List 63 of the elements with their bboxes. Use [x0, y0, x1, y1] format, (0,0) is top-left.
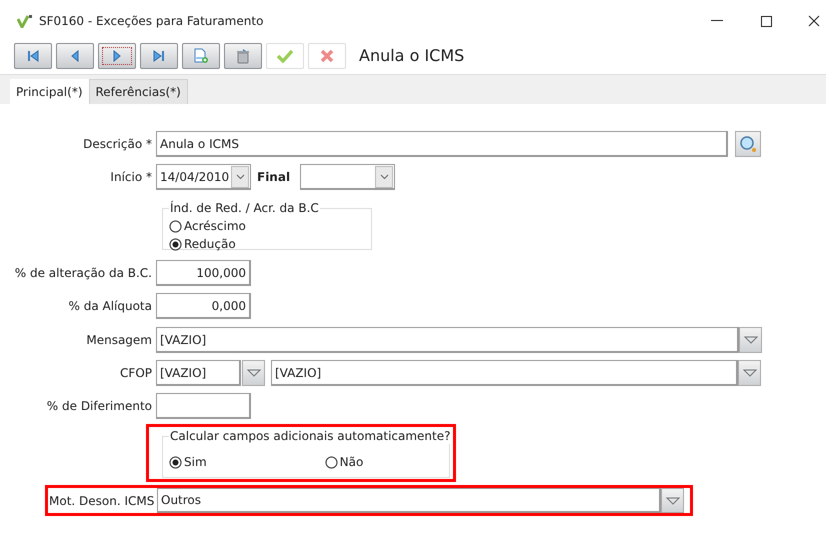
- right-triangle-icon: [112, 49, 122, 63]
- dropdown-arrow-icon: [666, 496, 680, 504]
- close-icon[interactable]: [808, 15, 820, 27]
- radio-label: Acréscimo: [184, 218, 246, 235]
- check-icon: [276, 49, 294, 63]
- field-label: Mot. Deson. ICMS: [49, 492, 156, 510]
- search-button[interactable]: [735, 131, 761, 157]
- input-field[interactable]: [156, 393, 251, 419]
- dropdown-arrow-icon: [744, 336, 758, 344]
- tab[interactable]: Principal(*): [10, 79, 88, 104]
- input-field[interactable]: [VAZIO]: [156, 360, 241, 386]
- field-label: Mensagem: [85, 332, 153, 349]
- new-button[interactable]: [182, 43, 220, 69]
- record-title: Anula o ICMS: [359, 45, 464, 67]
- dropdown-button[interactable]: [242, 360, 265, 386]
- dropdown-button[interactable]: [738, 360, 761, 386]
- field-label: % de alteração da B.C.: [14, 265, 153, 282]
- field-label: % de Diferimento: [46, 398, 153, 415]
- previous-button[interactable]: [56, 43, 94, 69]
- new-document-icon: [193, 48, 209, 64]
- radio-label: Não: [340, 454, 364, 471]
- first-button[interactable]: [14, 43, 52, 69]
- radio-button[interactable]: [324, 456, 338, 468]
- date-field[interactable]: [300, 164, 396, 190]
- search-icon: [739, 135, 757, 153]
- date-field[interactable]: 14/04/2010: [156, 164, 251, 190]
- group-legend: Calcular campos adicionais automaticamente?: [169, 428, 452, 444]
- cross-icon: [320, 49, 334, 63]
- minimize-icon[interactable]: [711, 20, 723, 22]
- field-label: % da Alíquota: [67, 298, 153, 315]
- left-triangle-icon: [70, 49, 80, 63]
- radio-label: Redução: [184, 236, 236, 253]
- window-title: SF0160 - Exceções para Faturamento: [39, 13, 264, 30]
- app-logo-icon: [17, 14, 33, 28]
- dropdown-arrow-icon: [742, 369, 756, 377]
- field-label: Descrição *: [82, 136, 153, 153]
- next-button[interactable]: [98, 43, 136, 69]
- input-field[interactable]: Anula o ICMS: [156, 131, 728, 157]
- radio-button[interactable]: [169, 220, 182, 232]
- tab[interactable]: Referências(*): [88, 79, 188, 104]
- input-field[interactable]: 100,000: [156, 260, 251, 286]
- dropdown-button[interactable]: [661, 488, 684, 513]
- radio-button[interactable]: [169, 238, 182, 250]
- group-legend: Índ. de Red. / Acr. da B.C: [169, 200, 320, 216]
- chevron-down-icon: [380, 174, 389, 180]
- input-field[interactable]: [VAZIO]: [271, 360, 738, 386]
- last-button[interactable]: [140, 43, 178, 69]
- delete-button[interactable]: [224, 43, 262, 69]
- field-label: Início *: [109, 169, 153, 186]
- dropdown-button[interactable]: [739, 327, 762, 353]
- chevron-down-icon: [236, 174, 244, 180]
- maximize-icon[interactable]: [761, 16, 772, 26]
- input-field[interactable]: [VAZIO]: [156, 327, 739, 353]
- input-field[interactable]: Outros: [157, 488, 661, 513]
- field-label: CFOP: [119, 365, 153, 382]
- dropdown-arrow-icon: [246, 369, 260, 377]
- trash-icon: [235, 48, 251, 64]
- skip-end-icon: [152, 49, 166, 63]
- radio-button[interactable]: [169, 456, 182, 468]
- skip-start-icon: [26, 49, 40, 63]
- radio-label: Sim: [184, 454, 207, 471]
- input-field[interactable]: 0,000: [156, 293, 251, 319]
- field-label: Final: [257, 169, 290, 186]
